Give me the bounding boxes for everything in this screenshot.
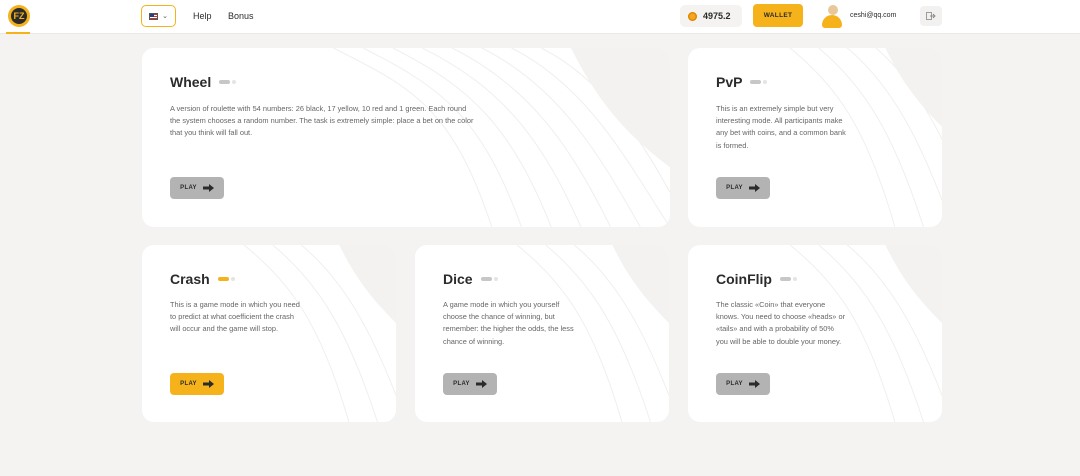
- play-label: PLAY: [180, 185, 197, 191]
- game-description: This is an extremely simple but very int…: [716, 104, 846, 150]
- coin-icon: [688, 11, 697, 21]
- play-button-wheel[interactable]: PLAY: [170, 177, 224, 199]
- game-card-coinflip: CoinFlip The classic «Coin» that everyon…: [688, 245, 942, 422]
- card-title: PvP: [716, 74, 768, 90]
- status-dots: [480, 277, 498, 281]
- arrow-right-icon: [748, 184, 760, 192]
- status-dots: [780, 277, 797, 281]
- status-dots: [219, 80, 237, 84]
- logo-active-indicator: [6, 32, 30, 34]
- arrow-right-icon: [202, 380, 214, 388]
- balance-display: 4975.2: [680, 5, 742, 27]
- card-title: Crash: [170, 271, 235, 287]
- game-title: Dice: [443, 271, 473, 287]
- flag-icon: [149, 12, 159, 20]
- arrow-right-icon: [202, 184, 214, 192]
- nav-help-link[interactable]: Help: [193, 11, 212, 21]
- game-card-wheel: Wheel A version of roulette with 54 numb…: [142, 48, 670, 227]
- play-label: PLAY: [180, 381, 197, 387]
- card-title: Wheel: [170, 74, 237, 90]
- game-description: The classic «Coin» that everyone knows. …: [716, 300, 846, 346]
- game-card-pvp: PvP This is an extremely simple but very…: [688, 48, 942, 227]
- logo[interactable]: FZ: [8, 5, 30, 27]
- user-email: ceshi@qq.com: [850, 12, 897, 19]
- play-label: PLAY: [726, 185, 743, 191]
- nav-bonus-link[interactable]: Bonus: [228, 11, 254, 21]
- card-title: Dice: [443, 271, 498, 287]
- play-label: PLAY: [453, 381, 470, 387]
- language-select[interactable]: ⌄: [141, 5, 176, 27]
- card-title: CoinFlip: [716, 271, 797, 287]
- avatar-head: [828, 5, 838, 15]
- game-title: Wheel: [170, 74, 212, 90]
- game-description: A game mode in which you yourself choose…: [443, 300, 574, 346]
- arrow-right-icon: [748, 380, 760, 388]
- game-card-crash: Crash This is a game mode in which you n…: [142, 245, 396, 422]
- logo-mark: FZ: [11, 8, 27, 24]
- play-button-crash[interactable]: PLAY: [170, 373, 224, 395]
- game-description: A version of roulette with 54 numbers: 2…: [170, 104, 474, 138]
- logout-button[interactable]: [920, 6, 942, 26]
- balance-value: 4975.2: [703, 11, 731, 21]
- wallet-button[interactable]: WALLET: [753, 4, 803, 27]
- avatar-body: [822, 15, 842, 28]
- avatar[interactable]: [820, 3, 844, 29]
- game-title: PvP: [716, 74, 743, 90]
- chevron-down-icon: ⌄: [162, 13, 168, 20]
- play-label: PLAY: [726, 381, 743, 387]
- logout-icon: [926, 12, 936, 20]
- status-dots: [750, 80, 768, 84]
- status-dots: [217, 277, 235, 281]
- game-card-dice: Dice A game mode in which you yourself c…: [415, 245, 669, 422]
- play-button-coinflip[interactable]: PLAY: [716, 373, 770, 395]
- play-button-dice[interactable]: PLAY: [443, 373, 497, 395]
- game-title: Crash: [170, 271, 210, 287]
- game-description: This is a game mode in which you need to…: [170, 300, 300, 334]
- top-header: FZ ⌄ Help Bonus 4975.2 WALLET ceshi@qq.c…: [0, 0, 1080, 34]
- arrow-right-icon: [475, 380, 487, 388]
- play-button-pvp[interactable]: PLAY: [716, 177, 770, 199]
- game-title: CoinFlip: [716, 271, 772, 287]
